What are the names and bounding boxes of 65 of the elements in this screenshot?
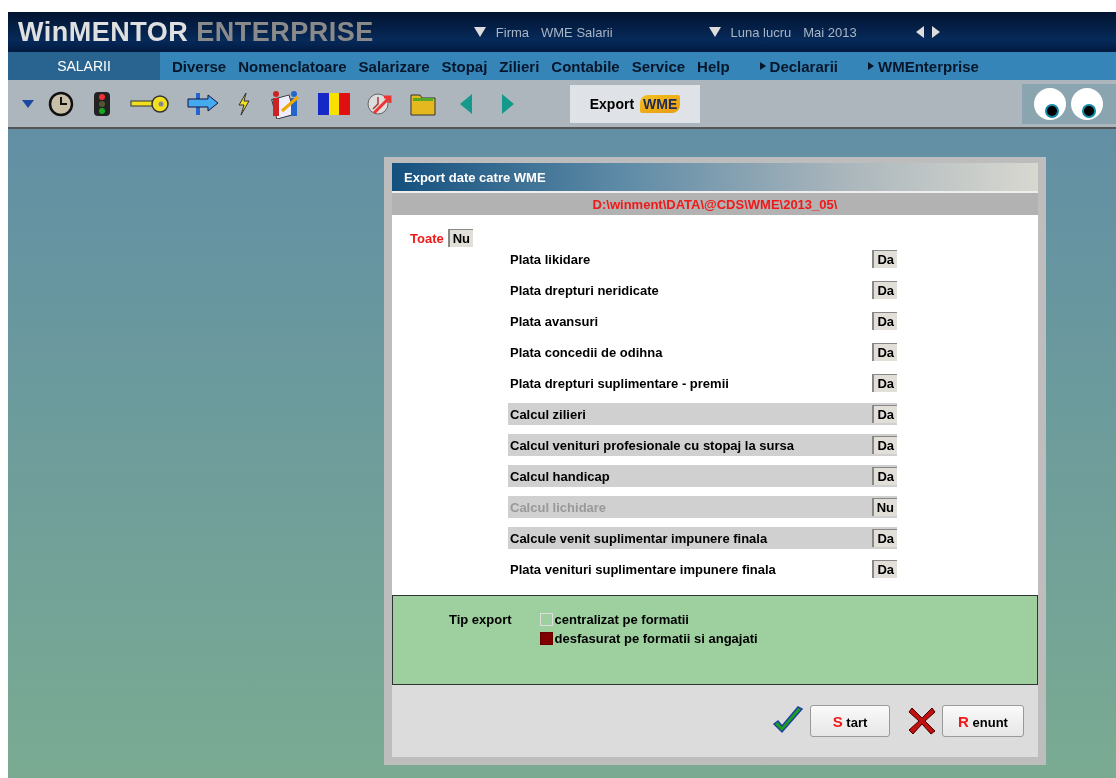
wme-logo: WME bbox=[640, 94, 681, 113]
app-logo: WinMENTOR bbox=[18, 16, 189, 48]
next-month-icon[interactable] bbox=[930, 26, 941, 38]
export-type-label: Tip export bbox=[449, 612, 512, 629]
option-label: Plata venituri suplimentare impunere finala bbox=[509, 561, 776, 577]
export-path: D:\winment\DATA\@CDS\WME\2013_05\ bbox=[592, 196, 838, 212]
checkmark-icon bbox=[772, 706, 804, 736]
all-label: Toate bbox=[410, 230, 444, 246]
value-field[interactable]: Da bbox=[872, 281, 897, 299]
signpost-icon[interactable] bbox=[186, 90, 220, 117]
company-name: WME Salarii bbox=[541, 24, 613, 40]
menu-link[interactable]: WMEnterprise bbox=[868, 57, 979, 75]
option-label: Calcule venit suplimentar impunere finala bbox=[509, 530, 768, 546]
option-label: Plata likidare bbox=[509, 251, 591, 267]
option-label: Plata concedii de odihna bbox=[509, 344, 663, 360]
module-tab[interactable]: SALARII bbox=[8, 52, 160, 80]
value-field[interactable]: Da bbox=[872, 560, 897, 578]
dialog-title: Export date catre WME bbox=[392, 163, 1038, 193]
start-button[interactable]: S tart bbox=[810, 705, 890, 737]
option-label: Plata avansuri bbox=[509, 313, 599, 329]
menu-item[interactable]: Contabile bbox=[551, 57, 620, 75]
key-icon[interactable] bbox=[130, 92, 170, 115]
option-label: Calcul handicap bbox=[509, 468, 610, 484]
eyes-icon bbox=[1032, 86, 1106, 121]
value-field[interactable]: Da bbox=[872, 374, 897, 392]
option-label: Plata drepturi suplimentare - premii bbox=[509, 375, 729, 391]
month-label: Luna lucru bbox=[730, 24, 792, 40]
menu-item[interactable]: Salarizare bbox=[358, 57, 430, 75]
company-label: Firma bbox=[495, 24, 529, 40]
clock-icon[interactable] bbox=[48, 90, 74, 117]
export-button[interactable]: Export WME bbox=[570, 84, 700, 123]
value-field[interactable]: Da bbox=[872, 529, 897, 547]
folder-icon[interactable] bbox=[410, 91, 436, 116]
value-field[interactable]: Da bbox=[872, 405, 897, 423]
app-logo-edition: ENTERPRISE bbox=[196, 16, 374, 48]
radio-option[interactable]: centralizat pe formatii bbox=[539, 612, 758, 627]
flag-icon[interactable] bbox=[318, 92, 350, 115]
value-field[interactable]: Da bbox=[872, 467, 897, 485]
month-value: Mai 2013 bbox=[803, 24, 857, 40]
option-label: Calcul zilieri bbox=[509, 406, 586, 422]
menu-link[interactable]: Declararii bbox=[759, 57, 838, 75]
menu-item[interactable]: Diverse bbox=[172, 57, 227, 75]
chevron-icon bbox=[868, 62, 874, 70]
lightning-icon[interactable] bbox=[236, 91, 252, 116]
menu-item[interactable]: Help bbox=[697, 57, 730, 75]
value-field[interactable]: Da bbox=[872, 343, 897, 361]
cancel-button[interactable]: R enunt bbox=[942, 705, 1024, 737]
dropdown-icon[interactable] bbox=[708, 27, 721, 37]
option-label: Plata drepturi neridicate bbox=[509, 282, 659, 298]
people-form-drawing[interactable] bbox=[268, 88, 302, 119]
menu-item[interactable]: Zilieri bbox=[499, 57, 540, 75]
radio-option[interactable]: desfasurat pe formatii si angajati bbox=[539, 631, 758, 646]
value-field[interactable]: Da bbox=[872, 436, 897, 454]
chevron-icon bbox=[759, 62, 766, 70]
value-field[interactable]: Da bbox=[872, 250, 897, 268]
clock-arrow-icon[interactable] bbox=[366, 90, 394, 117]
option-label: Calcul venituri profesionale cu stopaj la sursa bbox=[509, 437, 794, 453]
value-field[interactable]: Nu bbox=[447, 229, 474, 247]
menu-item[interactable]: Nomenclatoare bbox=[238, 57, 347, 75]
menu-item[interactable]: Service bbox=[631, 57, 686, 75]
dropdown-icon[interactable] bbox=[473, 27, 486, 37]
value-field[interactable]: Da bbox=[872, 312, 897, 330]
cross-icon bbox=[908, 706, 936, 736]
menu-item[interactable]: Stopaj bbox=[441, 57, 488, 75]
previous-month-icon[interactable] bbox=[914, 26, 925, 38]
